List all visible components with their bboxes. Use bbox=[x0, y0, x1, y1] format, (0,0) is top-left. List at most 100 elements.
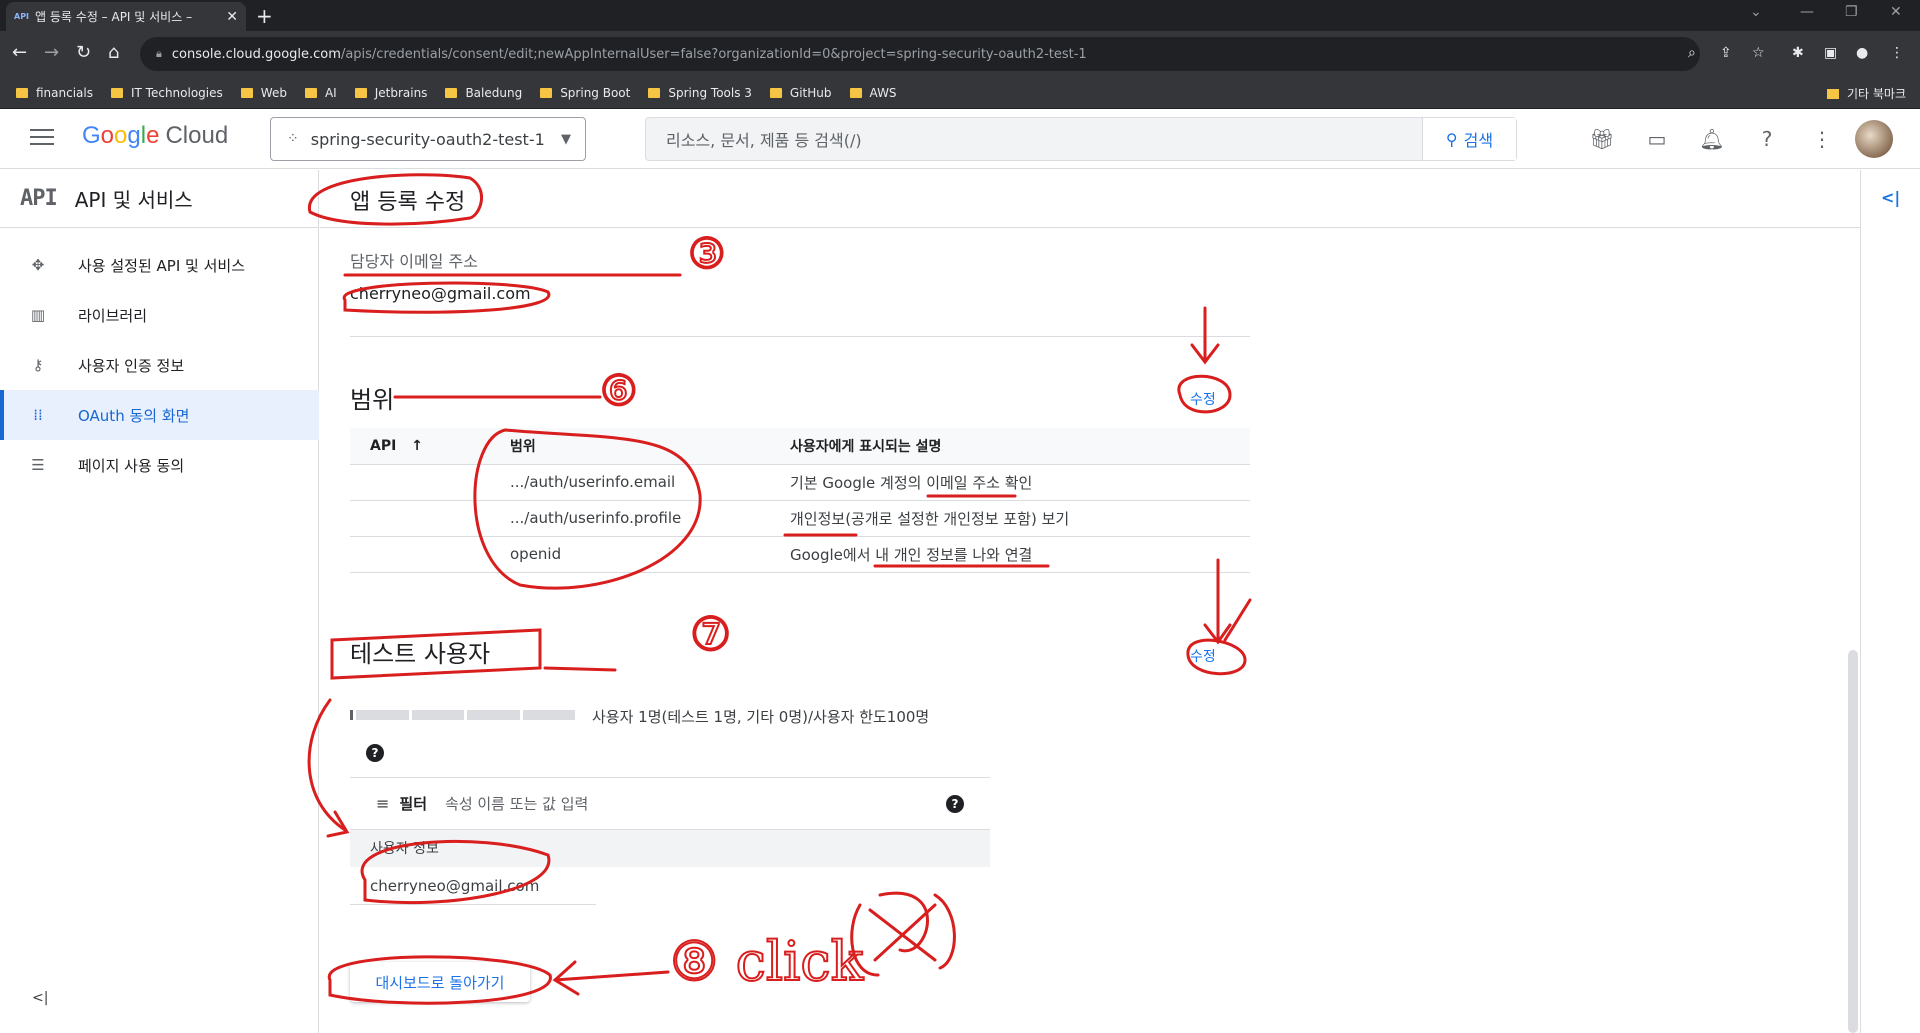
collapse-sidebar-icon[interactable]: <| bbox=[32, 990, 48, 1006]
sidebar-title: API 및 서비스 bbox=[74, 188, 193, 212]
bookmark-item[interactable]: Jetbrains bbox=[354, 86, 427, 100]
bookmark-star-icon[interactable]: ☆ bbox=[1752, 45, 1765, 61]
address-toolbar: ← → ↻ ⌂ 🔒︎ console.cloud.google.com /api… bbox=[0, 31, 1920, 77]
test-users-title: 테스트 사용자 bbox=[350, 640, 491, 668]
lock-icon[interactable]: 🔒︎ bbox=[156, 47, 162, 61]
caret-down-icon: ▼ bbox=[561, 131, 571, 147]
help-icon[interactable]: ? bbox=[1752, 124, 1782, 154]
menu-kebab-icon[interactable]: ⋮ bbox=[1890, 45, 1904, 61]
other-bookmarks[interactable]: 기타 북마크 bbox=[1826, 85, 1906, 102]
bookmark-item[interactable]: AWS bbox=[849, 86, 897, 100]
reload-icon[interactable]: ↻ bbox=[76, 42, 91, 63]
extensions-icon[interactable]: ✱ bbox=[1792, 45, 1804, 61]
sort-arrow-up-icon[interactable]: ↑ bbox=[411, 438, 423, 454]
more-vert-icon[interactable]: ⋮ bbox=[1807, 124, 1837, 154]
home-icon[interactable]: ⌂ bbox=[108, 42, 119, 63]
scope-description-cell: Google에서 내 개인 정보를 나와 연결 bbox=[770, 536, 1250, 573]
scope-api-cell bbox=[350, 464, 490, 501]
help-icon[interactable]: ? bbox=[366, 744, 384, 762]
close-tab-icon[interactable]: ✕ bbox=[226, 9, 238, 25]
scrollbar[interactable] bbox=[1848, 650, 1858, 1033]
folder-icon bbox=[1826, 88, 1839, 99]
gift-icon[interactable]: 🎁︎ bbox=[1587, 124, 1617, 154]
avatar[interactable] bbox=[1855, 120, 1893, 158]
url-path: /apis/credentials/consent/edit;newAppInt… bbox=[340, 46, 1087, 62]
contact-email-label: 담당자 이메일 주소 bbox=[350, 252, 478, 271]
column-api[interactable]: API ↑ bbox=[350, 428, 490, 465]
search-input[interactable]: 리소스, 문서, 제품 등 검색(/) bbox=[646, 127, 1422, 151]
bookmark-item[interactable]: GitHub bbox=[769, 86, 832, 100]
apis-icon: ✥ bbox=[31, 256, 45, 274]
hamburger-menu-icon[interactable] bbox=[30, 129, 54, 150]
right-panel-strip: <| bbox=[1860, 170, 1920, 1033]
side-panel-icon[interactable]: ▣ bbox=[1824, 45, 1837, 61]
minimize-icon[interactable]: — bbox=[1800, 4, 1814, 20]
bookmark-item[interactable]: Baledung bbox=[445, 86, 522, 100]
tab-title: 앱 등록 수정 – API 및 서비스 – bbox=[35, 10, 193, 24]
table-row: .../auth/userinfo.email 기본 Google 계정의 이메… bbox=[350, 464, 1250, 501]
close-window-icon[interactable]: ✕ bbox=[1890, 4, 1902, 20]
scope-description-cell: 개인정보(공개로 설정한 개인정보 포함) 보기 bbox=[770, 500, 1250, 537]
url-field[interactable]: 🔒︎ console.cloud.google.com /apis/creden… bbox=[140, 37, 1700, 71]
scope-cell: .../auth/userinfo.profile bbox=[490, 500, 770, 537]
bookmark-item[interactable]: AI bbox=[304, 86, 337, 100]
scope-cell: .../auth/userinfo.email bbox=[490, 464, 770, 501]
folder-icon bbox=[354, 87, 367, 98]
column-description: 사용자에게 표시되는 설명 bbox=[770, 428, 1250, 465]
project-icon: ⁘ bbox=[287, 131, 299, 147]
filter-input[interactable]: 속성 이름 또는 값 입력 bbox=[445, 793, 588, 814]
bookmarks-bar: financials IT Technologies Web AI Jetbra… bbox=[0, 77, 1920, 109]
test-user-email: cherryneo@gmail.com bbox=[350, 867, 596, 905]
page-title: 앱 등록 수정 bbox=[350, 190, 466, 215]
edit-test-users-link[interactable]: 수정 bbox=[1190, 646, 1216, 666]
folder-icon bbox=[849, 87, 862, 98]
expand-panel-icon[interactable]: <| bbox=[1881, 188, 1900, 207]
sidebar-item-oauth-consent[interactable]: ⁞⁞ OAuth 동의 화면 bbox=[0, 390, 319, 440]
browser-tab[interactable]: API 앱 등록 수정 – API 및 서비스 – ✕ bbox=[6, 2, 246, 31]
scopes-table: API ↑ 범위 사용자에게 표시되는 설명 .../auth/userinfo… bbox=[350, 428, 1250, 573]
cloud-shell-icon[interactable]: ▭ bbox=[1642, 124, 1672, 154]
tab-search-icon[interactable]: ⌄ bbox=[1750, 4, 1762, 20]
page-header: 앱 등록 수정 bbox=[320, 170, 1860, 228]
google-cloud-logo[interactable]: Google Cloud bbox=[82, 122, 228, 150]
user-count-text: 사용자 1명(테스트 1명, 기타 0명)/사용자 한도100명 bbox=[592, 708, 930, 726]
help-icon[interactable]: ? bbox=[946, 795, 964, 813]
cloud-header: Google Cloud ⁘ spring-security-oauth2-tes… bbox=[0, 109, 1920, 169]
zoom-icon[interactable]: ⌕ bbox=[1688, 45, 1696, 61]
api-favicon-icon: API bbox=[14, 12, 30, 21]
bookmark-item[interactable]: Web bbox=[240, 86, 287, 100]
search-bar[interactable]: 리소스, 문서, 제품 등 검색(/) ⚲ 검색 bbox=[645, 117, 1517, 161]
back-icon[interactable]: ← bbox=[12, 42, 27, 63]
share-icon[interactable]: ⇪ bbox=[1720, 45, 1732, 61]
project-selector[interactable]: ⁘ spring-security-oauth2-test-1 ▼ bbox=[270, 117, 586, 161]
user-quota-progress bbox=[350, 710, 575, 720]
bookmark-item[interactable]: Spring Boot bbox=[540, 86, 630, 100]
search-button[interactable]: ⚲ 검색 bbox=[1422, 118, 1516, 160]
key-icon: ⚷ bbox=[32, 356, 44, 374]
search-icon: ⚲ bbox=[1445, 129, 1458, 149]
divider bbox=[350, 336, 1250, 337]
bookmark-item[interactable]: IT Technologies bbox=[111, 86, 223, 100]
new-tab-icon[interactable]: + bbox=[256, 4, 273, 28]
scope-api-cell bbox=[350, 536, 490, 573]
sidebar-item-enabled-apis[interactable]: ✥ 사용 설정된 API 및 서비스 bbox=[0, 240, 319, 290]
api-badge-icon: API bbox=[20, 186, 58, 211]
filter-bar[interactable]: ≡ 필터 속성 이름 또는 값 입력 bbox=[350, 777, 990, 829]
edit-scopes-link[interactable]: 수정 bbox=[1190, 389, 1216, 409]
forward-icon[interactable]: → bbox=[44, 42, 59, 63]
bookmark-item[interactable]: Spring Tools 3 bbox=[648, 86, 752, 100]
bookmark-item[interactable]: financials bbox=[16, 86, 93, 100]
notifications-bell-icon[interactable]: 🔔︎ bbox=[1697, 124, 1727, 154]
sidebar: API API 및 서비스 ✥ 사용 설정된 API 및 서비스 ▥ 라이브러리… bbox=[0, 170, 319, 1033]
filter-label: 필터 bbox=[399, 795, 428, 813]
sidebar-item-page-usage[interactable]: ☰ 페이지 사용 동의 bbox=[0, 440, 319, 490]
sidebar-item-credentials[interactable]: ⚷ 사용자 인증 정보 bbox=[0, 340, 319, 390]
scopes-table-header: API ↑ 범위 사용자에게 표시되는 설명 bbox=[350, 428, 1250, 465]
back-to-dashboard-button[interactable]: 대시보드로 돌아가기 bbox=[350, 962, 530, 1002]
profile-icon[interactable]: ● bbox=[1856, 45, 1868, 61]
library-icon: ▥ bbox=[30, 306, 46, 324]
table-row: .../auth/userinfo.profile 개인정보(공개로 설정한 개… bbox=[350, 500, 1250, 537]
contact-email-value: cherryneo@gmail.com bbox=[350, 284, 531, 303]
maximize-icon[interactable]: ❐ bbox=[1845, 4, 1858, 20]
sidebar-item-library[interactable]: ▥ 라이브러리 bbox=[0, 290, 319, 340]
